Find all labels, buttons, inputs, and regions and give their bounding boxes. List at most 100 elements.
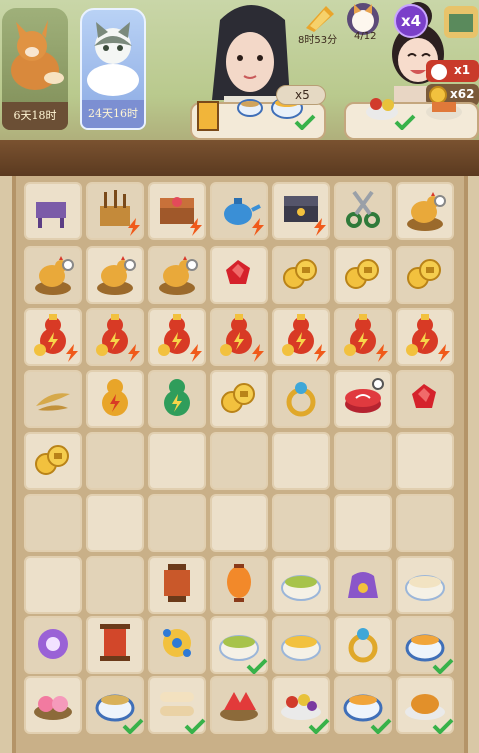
board-cell[interactable] (148, 246, 206, 304)
board-cell[interactable] (148, 494, 206, 552)
board-cell[interactable] (272, 432, 330, 490)
loom-icon[interactable] (28, 184, 78, 238)
board-cell[interactable] (210, 556, 268, 614)
board-cell[interactable] (272, 308, 330, 366)
hen-nest-icon[interactable] (400, 184, 450, 238)
board-cell[interactable] (396, 616, 454, 675)
porridge-icon[interactable] (400, 558, 450, 612)
board-cell[interactable] (334, 370, 392, 428)
gold-flower-icon[interactable] (152, 618, 202, 672)
fox-event-card[interactable]: 6天18时 (2, 8, 68, 130)
ring-icon[interactable] (276, 372, 326, 426)
board-cell[interactable] (86, 308, 144, 366)
board-cell[interactable] (86, 182, 144, 240)
purple-pouch-icon[interactable] (338, 558, 388, 612)
board-cell[interactable] (148, 308, 206, 366)
flower-cake-icon[interactable] (28, 678, 78, 732)
coins-icon[interactable] (338, 248, 388, 302)
shop-icon[interactable] (440, 0, 479, 42)
board-cell[interactable] (148, 182, 206, 240)
board-cell[interactable] (24, 494, 82, 552)
board-cell[interactable] (86, 676, 144, 735)
board-cell[interactable] (272, 616, 330, 674)
cat-event-card[interactable]: 24天16时 (80, 8, 146, 130)
watermelon-icon[interactable] (214, 678, 264, 732)
board-cell[interactable] (24, 556, 82, 614)
board-cell[interactable] (396, 246, 454, 304)
board-cell[interactable] (334, 246, 392, 304)
board-cell[interactable] (148, 616, 206, 674)
red-box-icon[interactable] (338, 372, 388, 426)
board-cell[interactable] (24, 676, 82, 734)
board-cell[interactable] (210, 370, 268, 428)
board-cell[interactable] (334, 182, 392, 240)
multiplier-badge[interactable]: x4 (394, 4, 428, 38)
board-cell[interactable] (210, 308, 268, 366)
board-cell[interactable] (86, 556, 144, 614)
board-cell[interactable] (334, 556, 392, 614)
board-cell[interactable] (86, 432, 144, 490)
energy-bolt-icon (188, 344, 204, 362)
board-cell[interactable] (272, 370, 330, 428)
coins-icon[interactable] (276, 248, 326, 302)
green-soup-icon[interactable] (276, 558, 326, 612)
board-cell[interactable] (210, 182, 268, 240)
board-cell[interactable] (334, 432, 392, 490)
coins-icon[interactable] (214, 372, 264, 426)
board-cell[interactable] (24, 616, 82, 674)
ruby-icon[interactable] (400, 372, 450, 426)
board-cell[interactable] (272, 494, 330, 552)
board-cell[interactable] (148, 432, 206, 490)
board-cell[interactable] (334, 616, 392, 674)
earrings-icon[interactable] (338, 618, 388, 672)
board-cell[interactable] (396, 494, 454, 552)
board-cell[interactable] (272, 246, 330, 304)
board-cell[interactable] (24, 246, 82, 304)
board-cell[interactable] (334, 308, 392, 366)
board-cell[interactable] (396, 676, 454, 735)
board-cell[interactable] (396, 182, 454, 240)
board-cell[interactable] (396, 308, 454, 366)
hen-nest-icon[interactable] (152, 248, 202, 302)
board-cell[interactable] (210, 246, 268, 304)
board-cell[interactable] (334, 494, 392, 552)
board-cell[interactable] (334, 676, 392, 735)
purple-brooch-icon[interactable] (28, 618, 78, 672)
board-cell[interactable] (24, 370, 82, 428)
palace-lantern-icon[interactable] (90, 618, 140, 672)
hen-nest-icon[interactable] (28, 248, 78, 302)
board-cell[interactable] (148, 370, 206, 428)
coins-icon[interactable] (28, 434, 78, 488)
energy-bolt-icon (126, 218, 142, 236)
board-cell[interactable] (24, 182, 82, 240)
board-cell[interactable] (396, 556, 454, 614)
board-cell[interactable] (86, 370, 144, 428)
board-cell[interactable] (86, 246, 144, 304)
board-cell[interactable] (148, 676, 206, 735)
board-cell[interactable] (396, 432, 454, 490)
coin-pouch-icon[interactable] (400, 248, 450, 302)
board-cell[interactable] (86, 616, 144, 674)
leaves-icon[interactable] (28, 372, 78, 426)
board-cell[interactable] (272, 182, 330, 240)
jade-gourd-icon[interactable] (152, 372, 202, 426)
board-cell[interactable] (272, 556, 330, 614)
board-cell[interactable] (210, 432, 268, 490)
lantern-basket-icon[interactable] (152, 558, 202, 612)
board-cell[interactable] (24, 432, 82, 490)
gold-gourd-icon[interactable] (90, 372, 140, 426)
order-stand-2[interactable] (344, 98, 479, 140)
ruby-icon[interactable] (214, 248, 264, 302)
board-cell[interactable] (210, 494, 268, 552)
board-cell[interactable] (272, 676, 330, 735)
board-cell[interactable] (86, 494, 144, 552)
hen-nest-icon[interactable] (90, 248, 140, 302)
board-cell[interactable] (148, 556, 206, 614)
board-cell[interactable] (210, 616, 268, 675)
rice-bowl-icon[interactable] (276, 618, 326, 672)
board-cell[interactable] (396, 370, 454, 428)
paper-lantern-icon[interactable] (214, 558, 264, 612)
board-cell[interactable] (24, 308, 82, 366)
board-cell[interactable] (210, 676, 268, 734)
scissors-icon[interactable] (338, 184, 388, 238)
